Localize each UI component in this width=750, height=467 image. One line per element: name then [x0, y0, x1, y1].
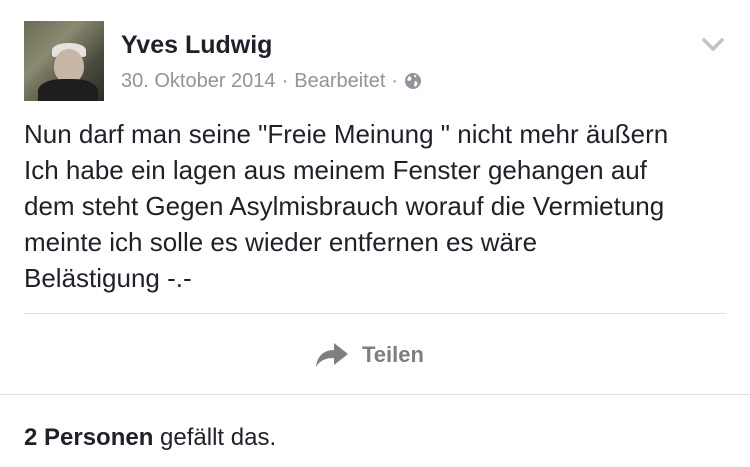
- post-text-line: Ich habe ein lagen aus meinem Fenster ge…: [24, 155, 647, 185]
- avatar-face: [54, 49, 84, 83]
- chevron-down-icon[interactable]: [695, 30, 731, 60]
- meta-separator: ·: [281, 70, 289, 92]
- author-name[interactable]: Yves Ludwig: [121, 30, 272, 60]
- post-text-line: Belästigung -.-: [24, 263, 192, 293]
- post-text-line: dem steht Gegen Asylmisbrauch worauf die…: [24, 191, 665, 221]
- post-body: Nun darf man seine "Freie Meinung " nich…: [24, 116, 730, 296]
- post-text-line: Nun darf man seine "Freie Meinung " nich…: [24, 119, 669, 149]
- post-meta: 30. Oktober 2014 · Bearbeitet ·: [121, 68, 422, 94]
- divider: [0, 394, 750, 395]
- post-date[interactable]: 30. Oktober 2014: [121, 70, 276, 92]
- share-button[interactable]: Teilen: [314, 338, 424, 372]
- likes-summary[interactable]: 2 Personen gefällt das.: [24, 423, 276, 453]
- post-text-line: meinte ich solle es wieder entfernen es …: [24, 227, 538, 257]
- share-label: Teilen: [362, 342, 424, 367]
- meta-separator: ·: [391, 70, 399, 92]
- likes-suffix: gefällt das.: [153, 424, 277, 451]
- globe-icon[interactable]: [404, 72, 422, 90]
- author-avatar[interactable]: [24, 21, 104, 101]
- share-arrow-icon: [316, 343, 348, 367]
- avatar-shoulders: [38, 79, 98, 101]
- likes-count[interactable]: 2 Personen: [24, 424, 153, 451]
- edited-label[interactable]: Bearbeitet: [294, 70, 385, 92]
- action-bar: Teilen: [0, 314, 750, 394]
- facebook-post: Yves Ludwig 30. Oktober 2014 · Bearbeitet ·…: [0, 0, 750, 467]
